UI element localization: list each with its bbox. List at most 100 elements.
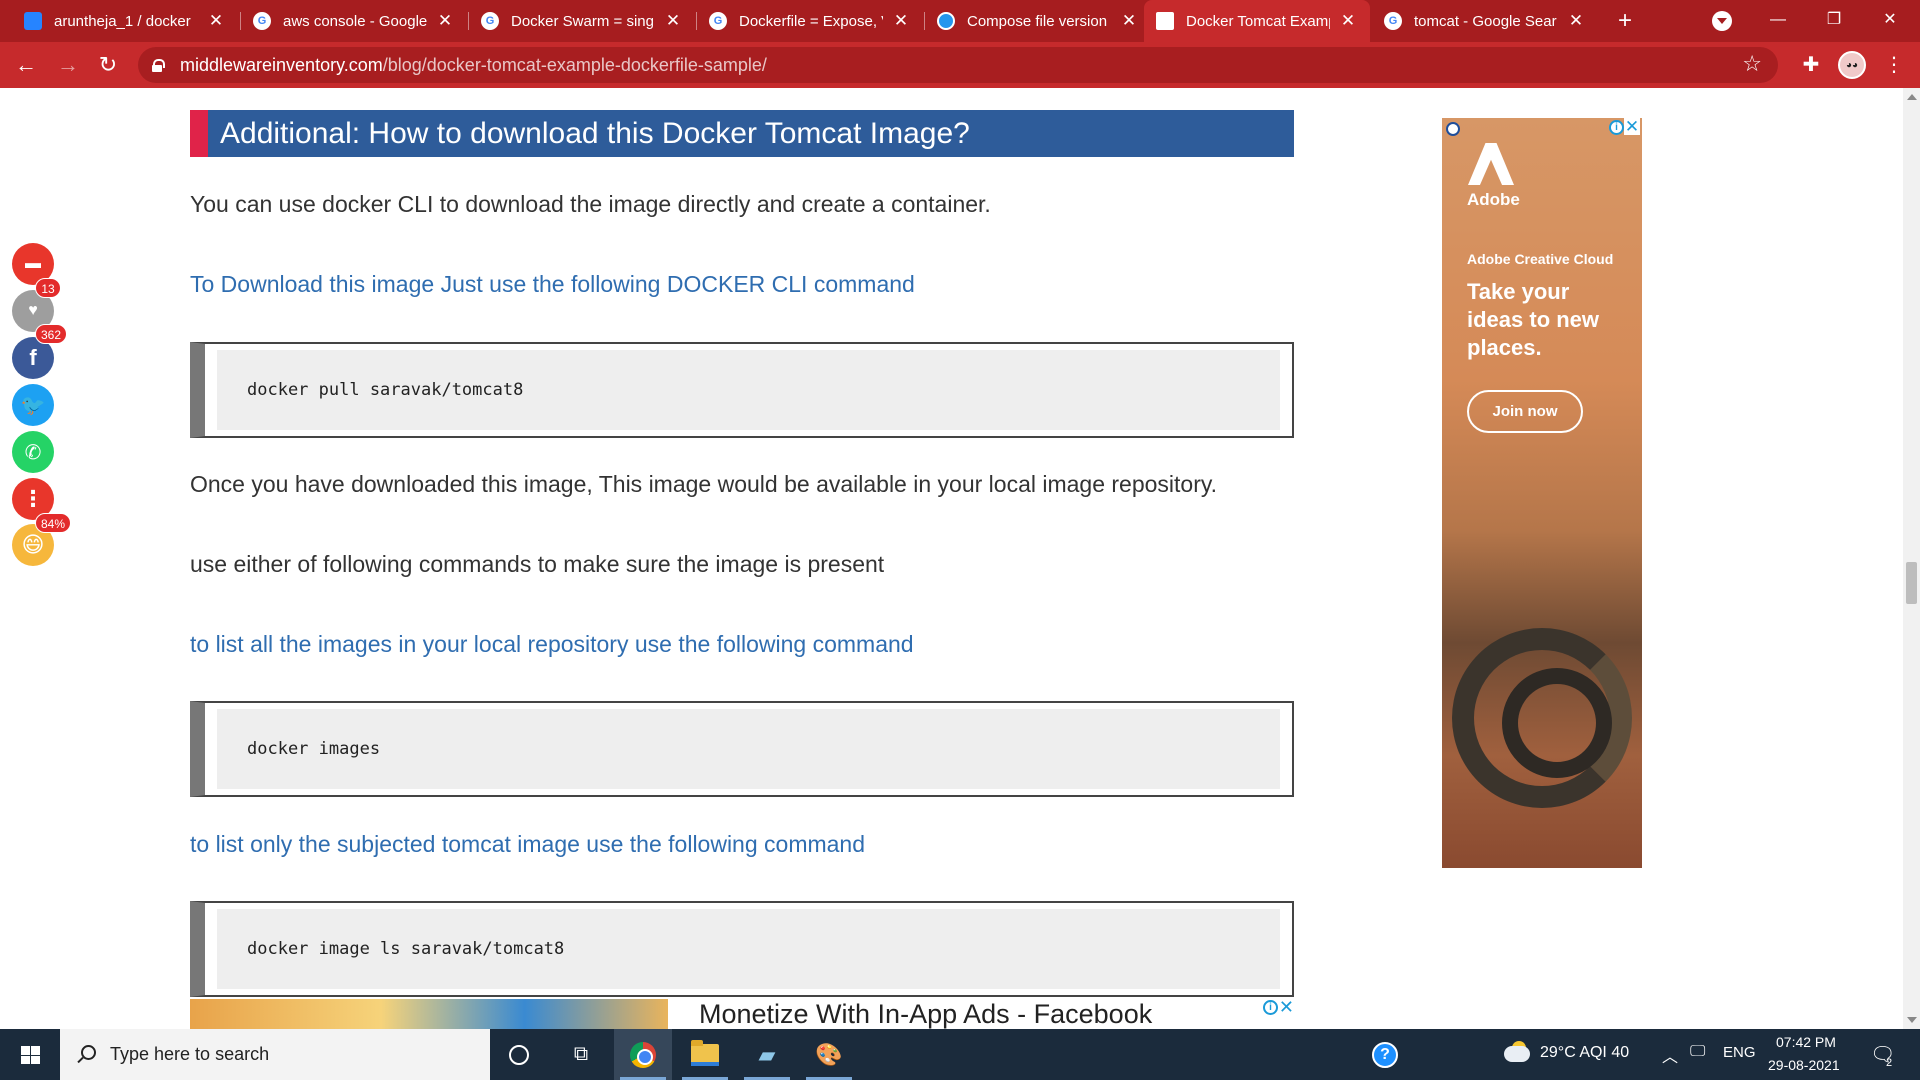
paragraph: use either of following commands to make… <box>190 551 885 577</box>
google-icon: G <box>253 12 271 30</box>
taskbar-notepad[interactable]: ▰ <box>738 1029 796 1080</box>
task-view-button[interactable]: ⧉ <box>552 1029 610 1080</box>
likes-count-badge: 13 <box>35 278 61 298</box>
close-tab-icon[interactable]: ✕ <box>663 11 683 31</box>
taskbar-chrome[interactable] <box>614 1029 672 1080</box>
cloud-icon <box>1504 1046 1530 1062</box>
instruction-text: to list only the subjected tomcat image … <box>190 831 866 857</box>
ad-close-icon[interactable]: ✕ <box>1624 118 1640 135</box>
ad-info-icon[interactable]: i <box>1263 1000 1278 1015</box>
ad-close-icon[interactable]: ✕ <box>1279 997 1294 1018</box>
tab-compose-file-version[interactable]: Compose file version ✕ <box>925 0 1151 42</box>
tab-bitbucket[interactable]: aruntheja_1 / docker ✕ <box>12 0 238 42</box>
address-bar[interactable]: middlewareinventory.com /blog/docker-tom… <box>138 47 1778 83</box>
adobe-logo-icon <box>1468 143 1514 185</box>
lock-icon[interactable] <box>152 58 165 72</box>
google-icon: G <box>481 12 499 30</box>
ad-tagline: Take your ideas to new places. <box>1467 279 1600 360</box>
url-host: middlewareinventory.com <box>180 54 383 75</box>
language-indicator[interactable]: ENG <box>1723 1044 1756 1061</box>
start-button[interactable] <box>0 1029 60 1080</box>
tab-dockerfile-expose[interactable]: G Dockerfile = Expose, V ✕ <box>697 0 923 42</box>
tab-strip: aruntheja_1 / docker ✕ G aws console - G… <box>0 0 1920 42</box>
ad-product: Adobe Creative Cloud <box>1467 251 1614 267</box>
close-tab-icon[interactable]: ✕ <box>1566 11 1586 31</box>
profile-avatar[interactable]: ◕◕ <box>1838 51 1866 79</box>
ad-choices-icon[interactable] <box>1446 122 1460 136</box>
url-path: /blog/docker-tomcat-example-dockerfile-s… <box>382 54 767 75</box>
restore-button[interactable]: ❐ <box>1806 0 1862 42</box>
tab-search-icon[interactable] <box>1712 11 1732 31</box>
tab-title: tomcat - Google Sear <box>1414 12 1557 30</box>
tab-title: Dockerfile = Expose, V <box>739 12 883 30</box>
docker-icon <box>937 12 955 30</box>
reload-button[interactable]: ↻ <box>92 49 124 81</box>
code-block: docker images <box>190 701 1294 797</box>
tab-title: Docker Tomcat Examp <box>1186 12 1330 30</box>
bitbucket-icon <box>24 12 42 30</box>
forward-button[interactable]: → <box>52 49 84 81</box>
tab-aws-console[interactable]: G aws console - Google ✕ <box>241 0 467 42</box>
cortana-icon <box>509 1044 529 1065</box>
menu-icon[interactable]: ⋮ <box>1878 49 1910 81</box>
extensions-icon[interactable]: ✚ <box>1795 49 1827 81</box>
section-heading: Additional: How to download this Docker … <box>190 110 1294 157</box>
network-icon[interactable]: 🖵 <box>1690 1043 1705 1061</box>
tab-title: aws console - Google <box>283 12 427 30</box>
show-hidden-icons-chevron[interactable]: ︿ <box>1662 1043 1678 1067</box>
paragraph: Once you have downloaded this image, Thi… <box>190 471 1218 497</box>
code-block: docker pull saravak/tomcat8 <box>190 342 1294 438</box>
search-icon <box>76 1044 96 1065</box>
browser-toolbar: ← → ↻ middlewareinventory.com /blog/dock… <box>0 42 1920 88</box>
middleware-inventory-icon <box>1156 12 1174 30</box>
side-ad-banner[interactable]: i ✕ Adobe Adobe Creative Cloud Take your… <box>1442 118 1642 868</box>
reaction-percent-badge: 84% <box>35 513 72 533</box>
notifications-count: 2 <box>1886 1057 1893 1069</box>
ad-headline[interactable]: Monetize With In-App Ads - Facebook <box>699 999 1152 1029</box>
code-text[interactable]: docker image ls saravak/tomcat8 <box>217 909 1280 989</box>
back-button[interactable]: ← <box>10 49 42 81</box>
tab-title: Compose file version <box>967 12 1108 30</box>
code-text[interactable]: docker images <box>217 709 1280 789</box>
close-tab-icon[interactable]: ✕ <box>206 11 226 31</box>
close-tab-icon[interactable]: ✕ <box>891 11 911 31</box>
page-scrollbar[interactable] <box>1903 88 1920 1029</box>
help-icon[interactable]: ? <box>1372 1042 1398 1068</box>
windows-logo-icon <box>21 1046 40 1064</box>
ad-info-icon[interactable]: i <box>1609 120 1624 135</box>
twitter-icon[interactable]: 🐦 <box>12 384 54 426</box>
scroll-up-arrow[interactable] <box>1907 94 1917 100</box>
close-tab-icon[interactable]: ✕ <box>1338 11 1358 31</box>
google-icon: G <box>1384 12 1402 30</box>
code-block: docker image ls saravak/tomcat8 <box>190 901 1294 997</box>
windows-taskbar: Type here to search ⧉ ▰ 🎨 ? 29°C AQI 40 … <box>0 1029 1920 1080</box>
clock-date[interactable]: 29-08-2021 <box>1768 1057 1840 1073</box>
tab-docker-swarm[interactable]: G Docker Swarm = single ✕ <box>469 0 695 42</box>
close-tab-icon[interactable]: ✕ <box>1119 11 1139 31</box>
weather-text[interactable]: 29°C AQI 40 <box>1540 1044 1629 1062</box>
scroll-thumb[interactable] <box>1906 562 1917 604</box>
close-window-button[interactable]: ✕ <box>1862 0 1918 42</box>
taskbar-file-explorer[interactable] <box>676 1029 734 1080</box>
new-tab-button[interactable]: + <box>1610 6 1640 36</box>
tab-docker-tomcat-example[interactable]: Docker Tomcat Examp ✕ <box>1144 0 1370 42</box>
taskbar-search-box[interactable]: Type here to search <box>60 1029 490 1080</box>
whatsapp-icon[interactable]: ✆ <box>12 431 54 473</box>
close-tab-icon[interactable]: ✕ <box>435 11 455 31</box>
join-now-button[interactable]: Join now <box>1467 390 1583 433</box>
bookmark-star-icon[interactable]: ☆ <box>1742 51 1762 77</box>
minimize-button[interactable]: — <box>1750 0 1806 42</box>
tab-title: Docker Swarm = single <box>511 12 655 30</box>
ad-brand: Adobe <box>1467 190 1520 209</box>
scroll-down-arrow[interactable] <box>1907 1017 1917 1023</box>
taskbar-paint[interactable]: 🎨 <box>800 1029 858 1080</box>
paragraph: You can use docker CLI to download the i… <box>190 191 991 217</box>
clock-time[interactable]: 07:42 PM <box>1776 1034 1836 1050</box>
instruction-text: To Download this image Just use the foll… <box>190 271 915 297</box>
cortana-button[interactable] <box>490 1029 548 1080</box>
tab-tomcat-google-search[interactable]: G tomcat - Google Sear ✕ <box>1372 0 1598 42</box>
code-text[interactable]: docker pull saravak/tomcat8 <box>217 350 1280 430</box>
ad-image[interactable] <box>190 999 668 1029</box>
bottom-banner-ad[interactable]: Monetize With In-App Ads - Facebook i ✕ <box>190 997 1294 1029</box>
instruction-text: to list all the images in your local rep… <box>190 631 914 657</box>
